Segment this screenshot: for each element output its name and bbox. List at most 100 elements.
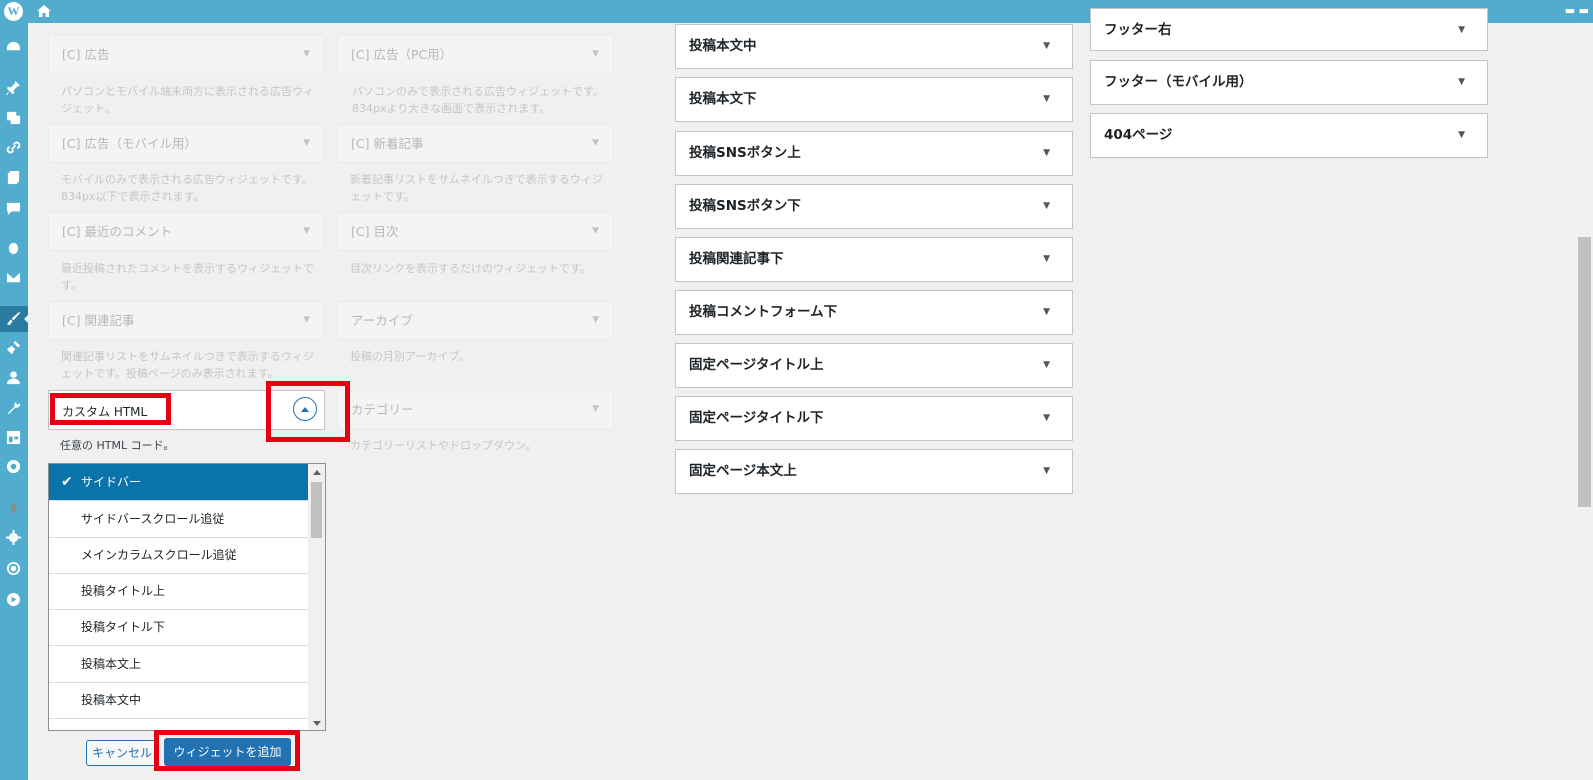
pages-icon[interactable]: [5, 169, 22, 186]
widget-desc: モバイルのみで表示される広告ウィジェットです。834px以下で表示されます。: [61, 173, 313, 203]
page-scroll-thumb[interactable]: [1578, 237, 1591, 507]
chevron-down-icon: ▼: [1043, 201, 1050, 211]
comments-icon[interactable]: [5, 200, 22, 217]
chevron-down-icon: ▼: [303, 226, 310, 236]
drop-icon[interactable]: [5, 239, 22, 256]
media-icon[interactable]: [5, 109, 22, 126]
area-post-comment-bottom[interactable]: 投稿コメントフォーム下 ▼: [675, 290, 1073, 335]
plugin-avatar-icon[interactable]: [5, 499, 22, 516]
page-scrollbar[interactable]: [1575, 23, 1593, 780]
widget-custom-html-desc: 任意の HTML コード。: [60, 439, 175, 452]
chevron-down-icon: ▼: [1458, 25, 1465, 35]
gear-icon[interactable]: [5, 529, 22, 546]
widget-title: [C] 目次: [351, 224, 399, 239]
area-option-label: 投稿タイトル上: [81, 584, 166, 598]
wordpress-logo-icon[interactable]: W: [4, 2, 23, 21]
chevron-down-icon: ▼: [592, 138, 599, 148]
area-post-body-bottom[interactable]: 投稿本文下 ▼: [675, 77, 1073, 122]
widget-recent-comments[interactable]: [C] 最近のコメント ▼: [48, 212, 325, 251]
scroll-up-icon[interactable]: [313, 470, 321, 475]
widget-desc: 目次リンクを表示するだけのウィジェットです。: [350, 262, 591, 275]
wordpress-circle-icon[interactable]: [5, 560, 22, 577]
chevron-down-icon: ▼: [1043, 307, 1050, 317]
widget-title: アーカイブ: [351, 313, 413, 328]
area-post-related-bottom[interactable]: 投稿関連記事下 ▼: [675, 237, 1073, 282]
area-404[interactable]: 404ページ ▼: [1090, 113, 1488, 158]
chevron-down-icon: ▼: [592, 404, 599, 414]
chevron-down-icon: ▼: [592, 49, 599, 59]
scroll-down-icon[interactable]: [313, 721, 321, 726]
area-option[interactable]: 投稿本文中: [49, 682, 309, 719]
tools-icon[interactable]: [5, 399, 22, 416]
area-option-label: サイドバー: [81, 475, 142, 489]
chevron-down-icon: ▼: [303, 138, 310, 148]
area-page-body-top[interactable]: 固定ページ本文上 ▼: [675, 449, 1073, 494]
chevron-down-icon: ▼: [303, 49, 310, 59]
active-menu-pointer: [24, 313, 30, 325]
widget-ad[interactable]: [C] 広告 ▼: [48, 35, 325, 74]
appearance-icon[interactable]: [5, 310, 22, 327]
home-icon[interactable]: [36, 3, 52, 19]
highlight-add-button: [154, 730, 300, 771]
widget-related-posts[interactable]: [C] 関連記事 ▼: [48, 301, 325, 340]
link-icon[interactable]: [5, 139, 22, 156]
chevron-down-icon: ▼: [1043, 254, 1050, 264]
settings-circle-icon[interactable]: [5, 458, 22, 475]
area-option-label: 投稿本文中: [81, 693, 142, 707]
area-title: 投稿本文下: [689, 91, 757, 107]
area-option-selected[interactable]: ✔ サイドバー: [49, 464, 309, 501]
area-post-body-middle[interactable]: 投稿本文中 ▼: [675, 24, 1073, 69]
chevron-down-icon: ▼: [1043, 41, 1050, 51]
area-title: 投稿本文中: [689, 38, 757, 54]
widget-desc: 関連記事リストをサムネイルつきで表示するウィジェットです。投稿ページのみ表示され…: [61, 350, 314, 380]
area-footer-mobile[interactable]: フッター（モバイル用） ▼: [1090, 60, 1488, 105]
widget-title: [C] 広告（モバイル用）: [62, 136, 197, 151]
chevron-down-icon: ▼: [303, 315, 310, 325]
widget-desc: カテゴリーリストやドロップダウン。: [350, 439, 537, 452]
area-option[interactable]: サイドバースクロール追従: [49, 501, 309, 538]
cancel-button[interactable]: キャンセル: [86, 740, 158, 766]
area-option-label: 投稿タイトル下: [81, 620, 166, 634]
area-title: 固定ページタイトル上: [689, 357, 824, 373]
area-option-label: メインカラムスクロール追従: [81, 548, 237, 562]
plugins-icon[interactable]: [5, 339, 22, 356]
widget-new-posts[interactable]: [C] 新着記事 ▼: [337, 124, 614, 163]
widget-archives[interactable]: アーカイブ ▼: [337, 301, 614, 340]
chevron-down-icon: ▼: [1458, 130, 1465, 140]
area-page-title-top[interactable]: 固定ページタイトル上 ▼: [675, 343, 1073, 388]
users-icon[interactable]: [5, 369, 22, 386]
dashboard-icon[interactable]: [5, 38, 22, 55]
screen-options-icon[interactable]: ▬ ▬: [1565, 4, 1589, 17]
widget-area-chooser[interactable]: ✔ サイドバー サイドバースクロール追従 メインカラムスクロール追従 投稿タイトル…: [48, 463, 326, 731]
area-option[interactable]: 投稿本文上: [49, 646, 309, 683]
checkmark-icon: ✔: [61, 474, 73, 490]
grid-icon[interactable]: [5, 429, 22, 446]
highlight-toggle: [266, 381, 350, 442]
area-footer-right[interactable]: フッター右 ▼: [1090, 8, 1488, 51]
widget-desc: 投稿の月別アーカイブ。: [350, 350, 471, 363]
mail-icon[interactable]: [5, 269, 22, 286]
widget-desc: パソコンのみで表示される広告ウィジェットです。834pxより大きな画面で表示され…: [352, 85, 604, 115]
widget-title: カテゴリー: [351, 402, 414, 417]
scroll-thumb[interactable]: [311, 482, 322, 538]
widget-desc: パソコンとモバイル端末両方に表示される広告ウィジェット。: [61, 85, 314, 115]
widget-toc[interactable]: [C] 目次 ▼: [337, 212, 614, 251]
widget-categories[interactable]: カテゴリー ▼: [337, 390, 614, 429]
widget-title: [C] 最近のコメント: [62, 224, 172, 239]
widget-title: [C] 新着記事: [351, 136, 424, 151]
chevron-down-icon: ▼: [1458, 77, 1465, 87]
area-option[interactable]: 投稿タイトル下: [49, 609, 309, 646]
play-icon[interactable]: [5, 591, 22, 608]
area-option[interactable]: メインカラムスクロール追従: [49, 537, 309, 574]
area-title: 固定ページ本文上: [689, 463, 797, 479]
area-page-title-bottom[interactable]: 固定ページタイトル下 ▼: [675, 396, 1073, 441]
area-post-sns-top[interactable]: 投稿SNSボタン上 ▼: [675, 131, 1073, 176]
pin-icon[interactable]: [5, 79, 22, 96]
list-scrollbar[interactable]: [308, 464, 325, 730]
widget-ad-mobile[interactable]: [C] 広告（モバイル用） ▼: [48, 124, 325, 163]
area-post-sns-bottom[interactable]: 投稿SNSボタン下 ▼: [675, 184, 1073, 229]
area-title: フッター右: [1104, 22, 1172, 38]
chevron-down-icon: ▼: [1043, 360, 1050, 370]
area-option[interactable]: 投稿タイトル上: [49, 573, 309, 610]
widget-ad-pc[interactable]: [C] 広告（PC用） ▼: [337, 35, 614, 74]
